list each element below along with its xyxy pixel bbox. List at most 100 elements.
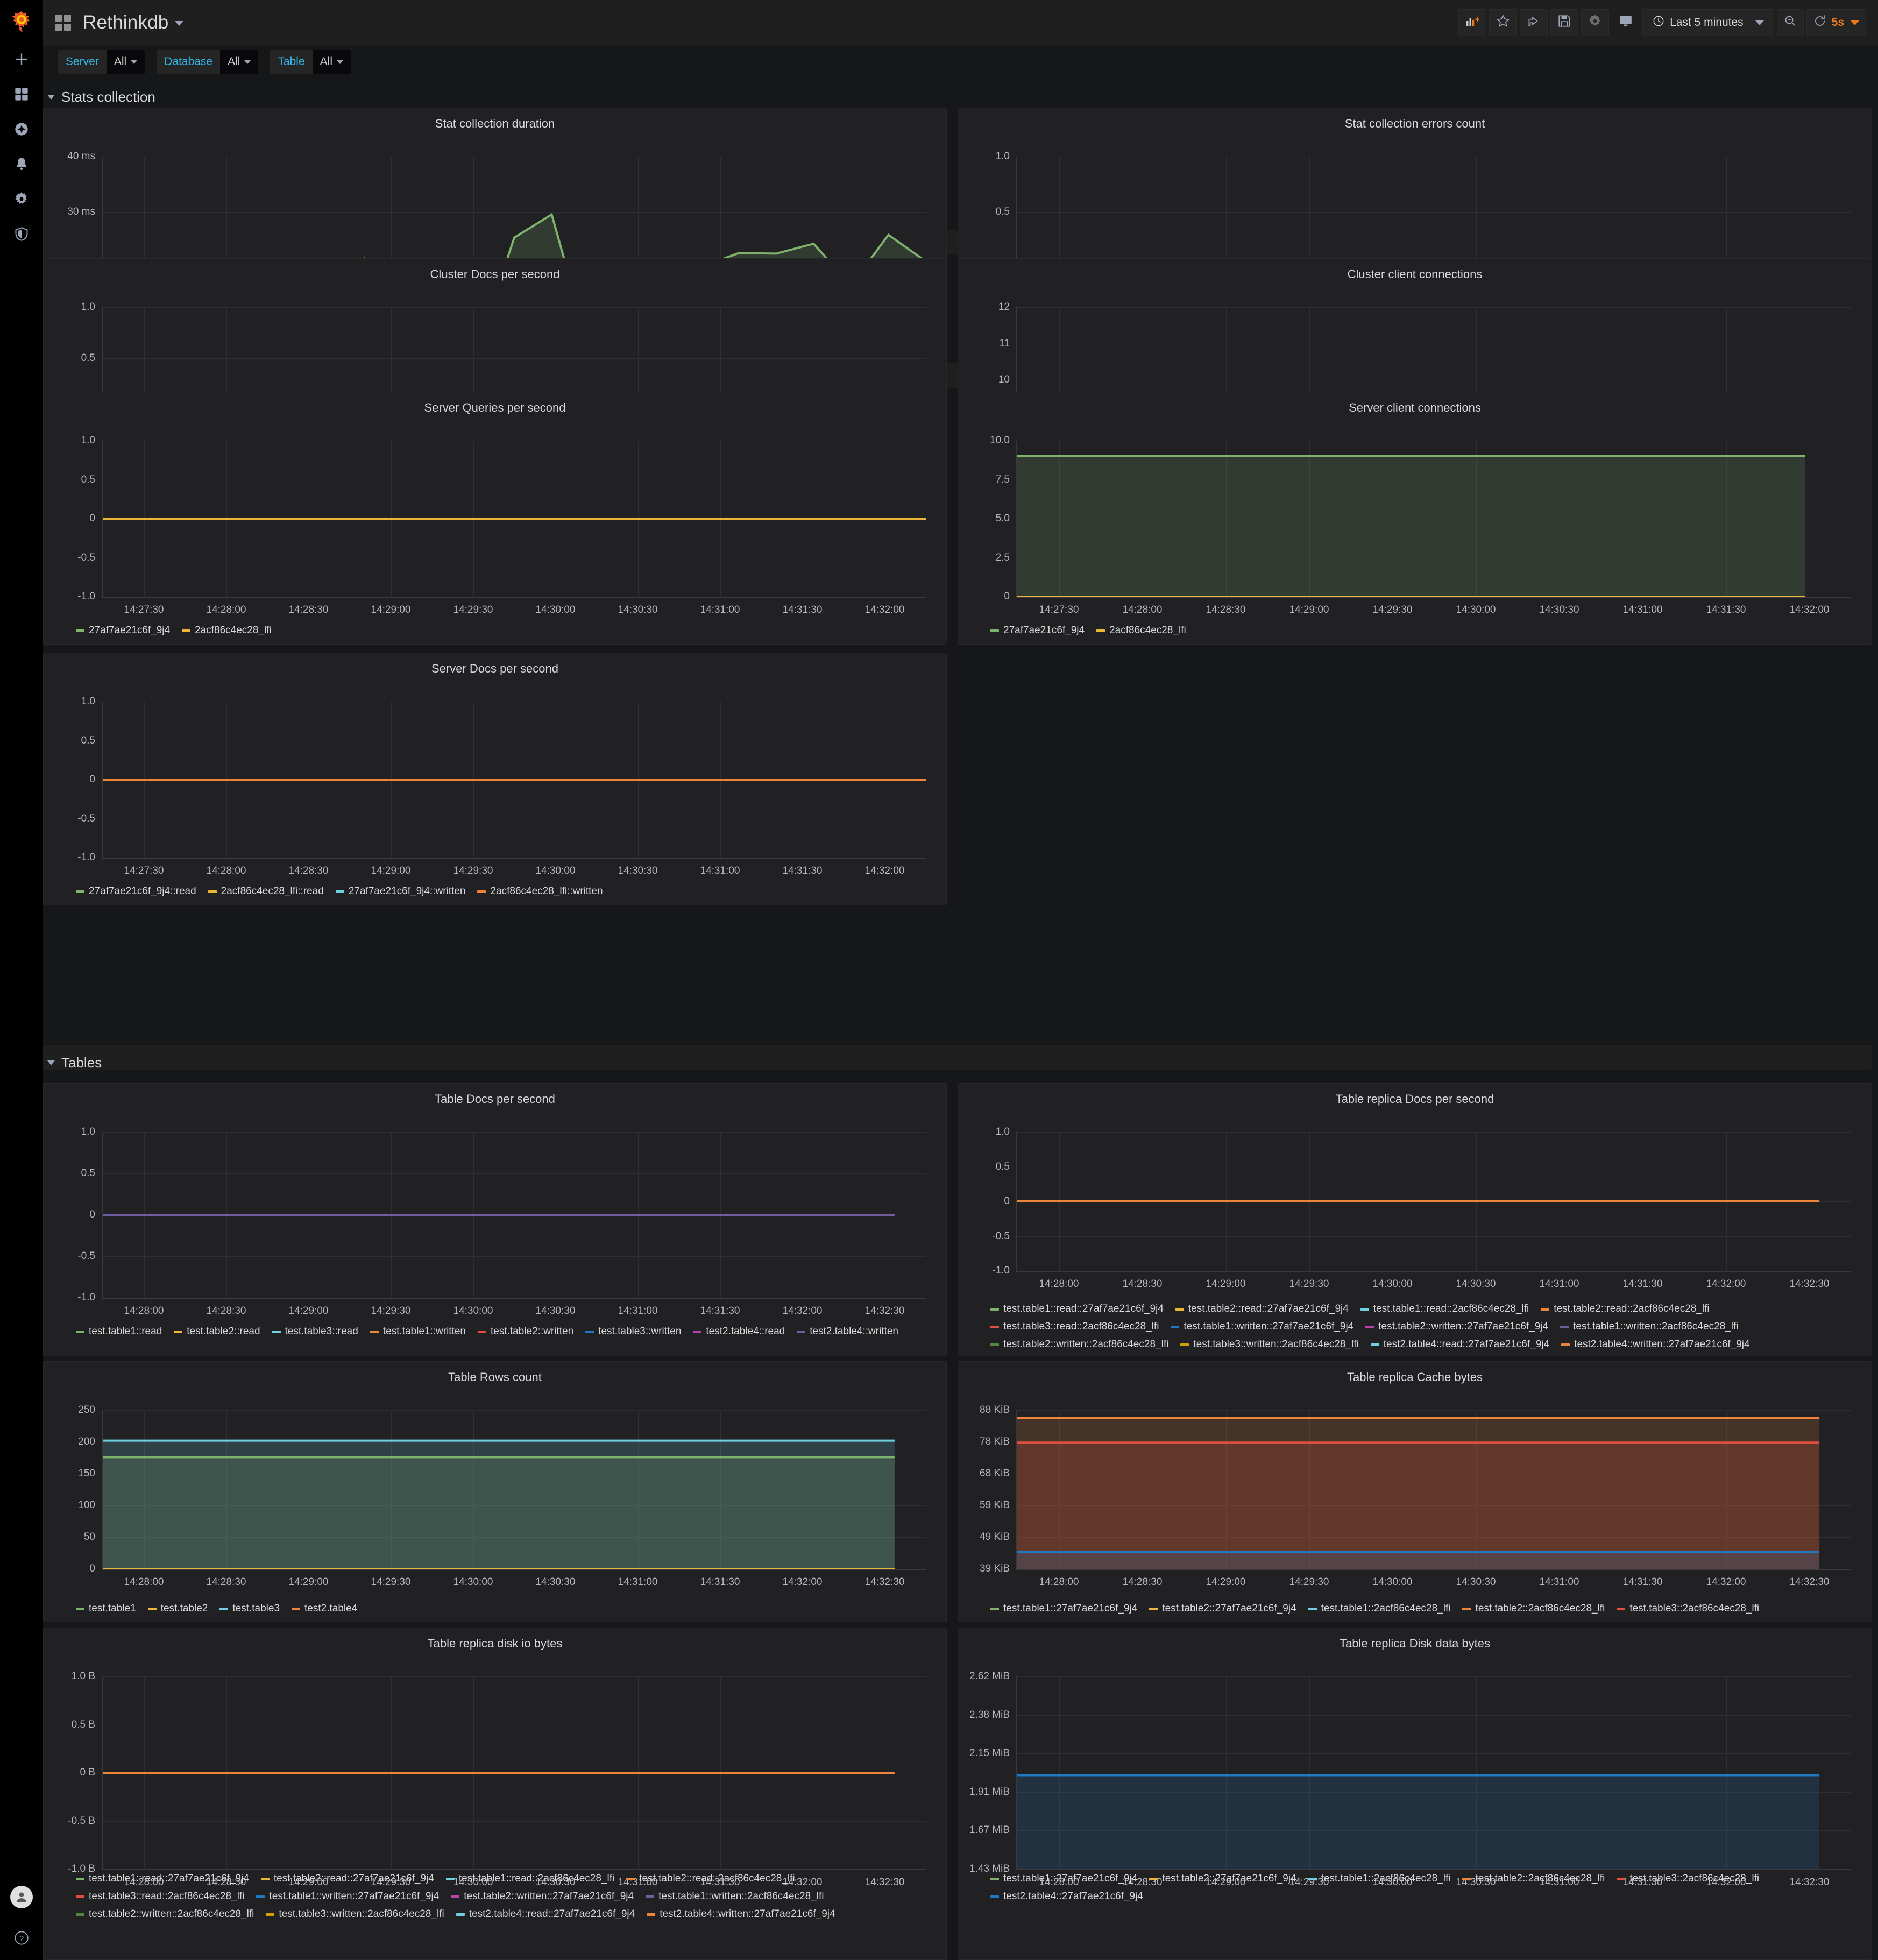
legend-item[interactable]: test.table3::written <box>585 1326 681 1338</box>
panel-table-replica-disk-io-bytes[interactable]: Table replica disk io bytes-1.0 B-0.5 B0… <box>43 1628 947 1960</box>
legend-item[interactable]: test2.table4::27af7ae21c6f_9j4 <box>990 1621 1143 1622</box>
legend-item[interactable]: test.table1::2acf86c4ec28_lfi <box>1308 1603 1451 1615</box>
share-dashboard-button[interactable] <box>1520 9 1548 36</box>
panel-table-rows-count[interactable]: Table Rows count05010015020025014:28:001… <box>43 1361 947 1622</box>
legend-item[interactable]: test.table3::2acf86c4ec28_lfi <box>1617 1603 1759 1615</box>
legend-item[interactable]: test.table2::27af7ae21c6f_9j4 <box>1149 1603 1296 1615</box>
panel-title[interactable]: Cluster Docs per second <box>44 259 946 281</box>
legend-item[interactable]: test.table1::written <box>370 1326 466 1338</box>
row-header-3[interactable]: Tables <box>47 1055 102 1071</box>
panel-title[interactable]: Table replica Docs per second <box>958 1084 1872 1106</box>
legend-item[interactable]: test.table2::2acf86c4ec28_lfi <box>1462 1603 1605 1615</box>
legend-item[interactable]: test.table1::read <box>76 1326 162 1338</box>
legend-item[interactable]: test2.table4::read <box>693 1326 785 1338</box>
legend-item[interactable]: test.table2 <box>148 1603 208 1615</box>
legend-item[interactable]: 27af7ae21c6f_9j4::read <box>76 886 196 897</box>
panel-server-docs-per-second[interactable]: Server Docs per second-1.0-0.500.51.014:… <box>43 653 947 905</box>
legend-item[interactable]: 27af7ae21c6f_9j4 <box>990 625 1085 636</box>
legend-item[interactable]: test2.table4::written::27af7ae21c6f_9j4 <box>647 1908 835 1920</box>
sidebar-item-create-add[interactable] <box>0 43 43 78</box>
legend-item[interactable]: 27af7ae21c6f_9j4 <box>76 625 170 636</box>
panel-title[interactable]: Table replica disk io bytes <box>44 1628 946 1651</box>
sidebar-item-explore[interactable] <box>0 113 43 148</box>
legend-item[interactable]: test.table1::read::2acf86c4ec28_lfi <box>1360 1303 1529 1315</box>
plot-area[interactable] <box>1017 441 1851 597</box>
sidebar-item-server-admin[interactable] <box>0 218 43 253</box>
legend-item[interactable]: test.table1 <box>76 1603 136 1615</box>
legend-item[interactable]: test2.table4::read::27af7ae21c6f_9j4 <box>1371 1339 1549 1350</box>
legend-item[interactable]: 2acf86c4ec28_lfi::read <box>208 886 324 897</box>
legend-item[interactable]: test.table1::read::2acf86c4ec28_lfi <box>446 1873 614 1885</box>
panel-title[interactable]: Stat collection errors count <box>958 108 1872 131</box>
plot-area[interactable] <box>103 441 926 597</box>
sidebar-item-alerting[interactable] <box>0 148 43 183</box>
legend-item[interactable]: test.table2::read::2acf86c4ec28_lfi <box>1541 1303 1709 1315</box>
save-dashboard-button[interactable] <box>1550 9 1578 36</box>
legend-item[interactable]: test.table2::read::27af7ae21c6f_9j4 <box>261 1873 434 1885</box>
panel-title[interactable]: Server client connections <box>958 392 1872 415</box>
legend-item[interactable]: test.table2::read::2acf86c4ec28_lfi <box>626 1873 795 1885</box>
dashboard-settings-button[interactable] <box>1581 9 1609 36</box>
legend-item[interactable]: test.table2::read::27af7ae21c6f_9j4 <box>1175 1303 1349 1315</box>
panel-title[interactable]: Table Rows count <box>44 1362 946 1384</box>
variable-database-value[interactable]: All <box>220 50 258 74</box>
panel-table-replica-cache-bytes[interactable]: Table replica Cache bytes39 KiB49 KiB59 … <box>958 1361 1872 1622</box>
plot-area[interactable] <box>1017 1410 1851 1569</box>
legend-item[interactable]: test.table1::read::27af7ae21c6f_9j4 <box>76 1873 249 1885</box>
legend-item[interactable]: test.table3::read <box>272 1326 358 1338</box>
plot-area[interactable] <box>103 1676 926 1869</box>
variable-database[interactable]: Database All <box>157 50 258 74</box>
legend-item[interactable]: test.table2::written::27af7ae21c6f_9j4 <box>451 1891 634 1902</box>
legend-item[interactable]: test.table3::written::2acf86c4ec28_lfi <box>266 1908 444 1920</box>
sidebar-item-dashboards[interactable] <box>0 78 43 113</box>
legend-item[interactable]: test.table3::written::2acf86c4ec28_lfi <box>1180 1339 1358 1350</box>
row-header-0[interactable]: Stats collection <box>47 89 155 105</box>
plot-area[interactable] <box>1017 1132 1851 1271</box>
legend-item[interactable]: test2.table4::written <box>797 1326 898 1338</box>
legend-item[interactable]: test.table1::2acf86c4ec28_lfi <box>1308 1873 1451 1885</box>
panel-title[interactable]: Table replica Disk data bytes <box>958 1628 1872 1651</box>
panel-table-replica-disk-data-bytes[interactable]: Table replica Disk data bytes1.43 MiB1.6… <box>958 1628 1872 1960</box>
plot-area[interactable] <box>103 1132 926 1298</box>
panel-title[interactable]: Server Queries per second <box>44 392 946 415</box>
panel-title[interactable]: Server Docs per second <box>44 653 946 676</box>
sidebar-item-configuration[interactable] <box>0 183 43 218</box>
cycle-view-mode-button[interactable] <box>1612 9 1640 36</box>
mark-favorite-button[interactable] <box>1489 9 1517 36</box>
zoom-out-button[interactable] <box>1777 9 1804 36</box>
legend-item[interactable]: test.table1::read::27af7ae21c6f_9j4 <box>990 1303 1164 1315</box>
legend-item[interactable]: test.table1::written::2acf86c4ec28_lfi <box>1560 1321 1738 1333</box>
legend-item[interactable]: test.table1::27af7ae21c6f_9j4 <box>990 1873 1137 1885</box>
time-range-picker[interactable]: Last 5 minutes <box>1642 9 1774 36</box>
panel-title[interactable]: Table Docs per second <box>44 1084 946 1106</box>
legend-item[interactable]: test.table3::read::2acf86c4ec28_lfi <box>76 1891 244 1902</box>
page-title[interactable]: Rethinkdb <box>83 12 183 33</box>
variable-server[interactable]: Server All <box>58 50 145 74</box>
legend-item[interactable]: test2.table4::written::27af7ae21c6f_9j4 <box>1561 1339 1749 1350</box>
legend-item[interactable]: test.table1::27af7ae21c6f_9j4 <box>990 1603 1137 1615</box>
legend-item[interactable]: test.table2::2acf86c4ec28_lfi <box>1462 1873 1605 1885</box>
panel-table-replica-docs-per-second[interactable]: Table replica Docs per second-1.0-0.500.… <box>958 1083 1872 1356</box>
legend-item[interactable]: test.table2::read <box>174 1326 260 1338</box>
panel-title[interactable]: Cluster client connections <box>958 259 1872 281</box>
legend-item[interactable]: test.table2::written::2acf86c4ec28_lfi <box>990 1339 1168 1350</box>
legend-item[interactable]: test.table2::written <box>478 1326 573 1338</box>
variable-table[interactable]: Table All <box>270 50 351 74</box>
variable-server-value[interactable]: All <box>107 50 145 74</box>
add-panel-button[interactable] <box>1458 9 1486 36</box>
variable-table-value[interactable]: All <box>313 50 351 74</box>
grafana-logo-icon[interactable] <box>0 0 43 43</box>
legend-item[interactable]: test.table2::27af7ae21c6f_9j4 <box>1149 1873 1296 1885</box>
legend-item[interactable]: test2.table4::read::27af7ae21c6f_9j4 <box>456 1908 635 1920</box>
legend-item[interactable]: 2acf86c4ec28_lfi::written <box>477 886 603 897</box>
plot-area[interactable] <box>103 702 926 858</box>
plot-area[interactable] <box>103 1410 926 1569</box>
legend-item[interactable]: test.table3::2acf86c4ec28_lfi <box>1617 1873 1759 1885</box>
chevron-down-icon[interactable] <box>175 21 183 26</box>
plot-area[interactable] <box>1017 1676 1851 1869</box>
legend-item[interactable]: 2acf86c4ec28_lfi <box>1096 625 1186 636</box>
legend-item[interactable]: test.table2::written::2acf86c4ec28_lfi <box>76 1908 254 1920</box>
sidebar-item-user-profile[interactable] <box>0 1876 43 1918</box>
legend-item[interactable]: 2acf86c4ec28_lfi <box>182 625 272 636</box>
legend-item[interactable]: test.table1::written::27af7ae21c6f_9j4 <box>256 1891 439 1902</box>
